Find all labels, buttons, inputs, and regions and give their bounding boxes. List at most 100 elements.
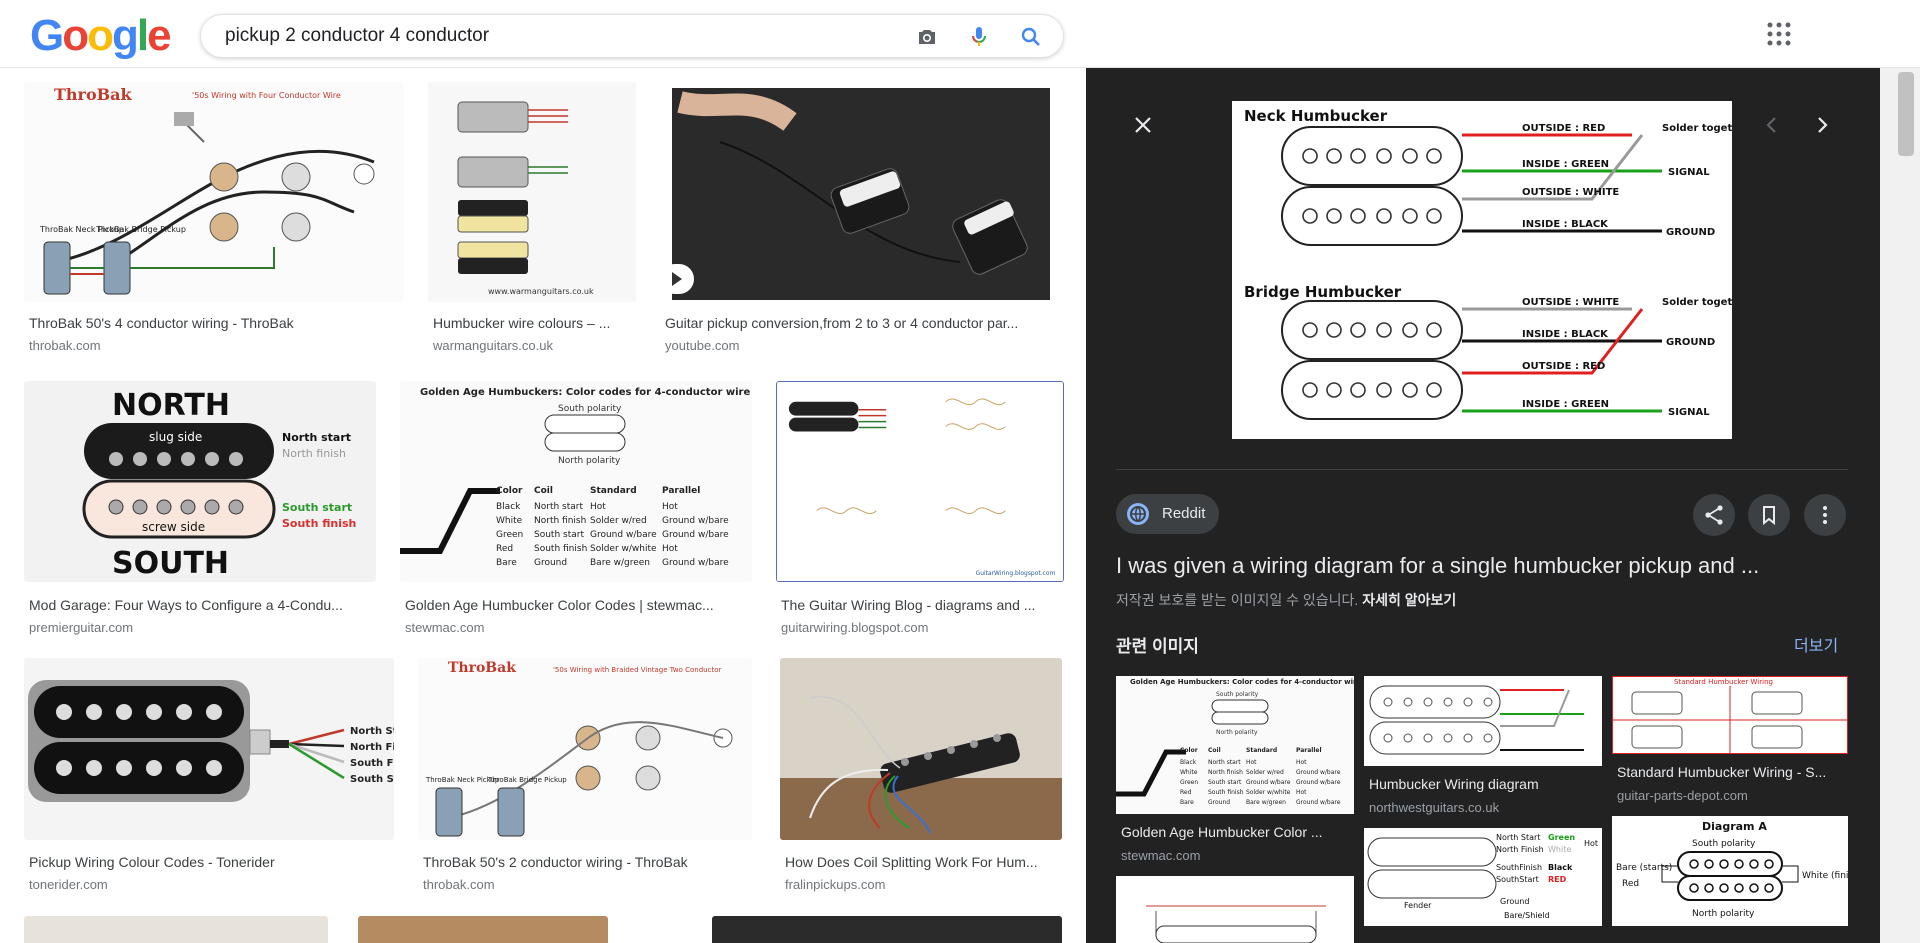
related-source[interactable]: guitar-parts-depot.com [1617, 788, 1748, 803]
result-thumbnail[interactable] [358, 916, 608, 943]
result-thumbnail[interactable]: GuitarWiring.blogspot.com [776, 381, 1064, 582]
related-source[interactable]: stewmac.com [1121, 848, 1200, 863]
related-image[interactable]: Golden Age Humbuckers: Color codes for 4… [1116, 676, 1354, 814]
result-card[interactable]: Guitar pickup conversion,from 2 to 3 or … [660, 82, 1062, 362]
result-card[interactable]: North Sta North Fin South Fin South Sta … [24, 658, 394, 918]
result-title[interactable]: Humbucker wire colours – ... [433, 315, 633, 331]
related-image[interactable]: Diagram A South polarity Bare (starts) R… [1612, 816, 1848, 926]
result-card[interactable]: ThroBak '50s Wiring with Braided Vintage… [418, 658, 752, 918]
south-label: SOUTH [112, 546, 229, 581]
result-source[interactable]: tonerider.com [29, 877, 108, 892]
result-source[interactable]: warmanguitars.co.uk [433, 338, 553, 353]
related-image[interactable] [1116, 876, 1354, 943]
golden-cell: North finish [534, 516, 586, 526]
save-button[interactable] [1748, 494, 1790, 536]
result-title[interactable]: Pickup Wiring Colour Codes - Tonerider [29, 854, 389, 870]
south-finish-label: South finish [282, 517, 356, 530]
result-thumbnail[interactable] [24, 916, 328, 943]
result-card[interactable]: www.warmanguitars.co.uk Humbucker wire c… [428, 82, 636, 362]
related-image[interactable] [1364, 676, 1602, 766]
share-icon [1705, 505, 1723, 525]
related-source[interactable]: northwestguitars.co.uk [1369, 800, 1499, 815]
result-thumbnail[interactable]: www.warmanguitars.co.uk [428, 82, 636, 302]
result-title[interactable]: How Does Coil Splitting Work For Hum... [785, 854, 1059, 870]
learn-more-link[interactable]: 자세히 알아보기 [1362, 592, 1456, 608]
result-title[interactable]: Mod Garage: Four Ways to Configure a 4-C… [29, 597, 371, 613]
share-button[interactable] [1693, 494, 1735, 536]
neck-wire-2: INSIDE : GREEN [1522, 159, 1609, 170]
related-image[interactable]: Standard Humbucker Wiring [1612, 676, 1848, 754]
result-thumbnail[interactable] [660, 82, 1062, 302]
result-card[interactable]: Golden Age Humbuckers: Color codes for 4… [400, 381, 752, 651]
golden-cell: Ground w/bare [590, 530, 657, 540]
diagram-a-label: Diagram A [1702, 820, 1767, 833]
apps-icon[interactable] [1765, 20, 1793, 48]
result-source[interactable]: stewmac.com [405, 620, 484, 635]
result-title[interactable]: ThroBak 50's 4 conductor wiring - ThroBa… [29, 315, 399, 331]
result-card[interactable] [358, 916, 608, 943]
camera-icon[interactable] [915, 25, 939, 49]
related-more-link[interactable]: 더보기 [1794, 632, 1838, 656]
result-thumbnail[interactable]: ThroBak '50s Wiring with Four Conductor … [24, 82, 404, 302]
result-thumbnail[interactable]: North Sta North Fin South Fin South Sta [24, 658, 394, 840]
golden-cell: Green [496, 530, 523, 540]
golden-cell: Hot [590, 502, 606, 512]
preview-title[interactable]: I was given a wiring diagram for a singl… [1116, 553, 1848, 579]
result-title[interactable]: Golden Age Humbucker Color Codes | stewm… [405, 597, 747, 613]
more-options-button[interactable] [1804, 494, 1846, 536]
result-source[interactable]: youtube.com [665, 338, 739, 353]
result-thumbnail[interactable]: NORTH slug side screw side SOUTH North s… [24, 381, 376, 582]
result-card[interactable] [712, 916, 1062, 943]
divider [1116, 469, 1848, 470]
source-chip[interactable]: Reddit [1116, 494, 1220, 534]
result-card[interactable]: NORTH slug side screw side SOUTH North s… [24, 381, 376, 651]
bridge-humbucker-label: Bridge Humbucker [1244, 283, 1402, 301]
preview-image[interactable]: Neck Humbucker OUTSIDE : RED INSIDE : GR… [1232, 101, 1732, 439]
google-logo[interactable]: Google [30, 14, 172, 58]
hw-ground: Ground [1500, 897, 1529, 906]
chevron-right-icon[interactable] [1807, 110, 1837, 140]
result-card[interactable]: How Does Coil Splitting Work For Hum... … [780, 658, 1062, 918]
search-icon[interactable] [1019, 25, 1043, 49]
golden-cell: Hot [1296, 789, 1307, 796]
bridge-pickup-label: ThroBak Bridge Pickup [487, 776, 567, 784]
result-card[interactable]: ThroBak '50s Wiring with Four Conductor … [24, 82, 404, 362]
ground-label: GROUND [1666, 337, 1715, 348]
golden-cell: Black [496, 502, 521, 512]
golden-cell: Hot [1246, 759, 1257, 766]
result-thumbnail[interactable] [712, 916, 1062, 943]
related-title[interactable]: Humbucker Wiring diagram [1369, 776, 1597, 792]
chevron-left-icon[interactable] [1757, 110, 1787, 140]
result-card[interactable]: GuitarWiring.blogspot.com The Guitar Wir… [776, 381, 1064, 651]
result-title[interactable]: ThroBak 50's 2 conductor wiring - ThroBa… [423, 854, 749, 870]
golden-cell: Ground w/bare [662, 558, 729, 568]
golden-cell: Black [1180, 759, 1197, 766]
result-thumbnail[interactable] [780, 658, 1062, 840]
related-image[interactable]: North Start Green Hot North Finish White… [1364, 828, 1602, 926]
golden-north-polarity: North polarity [558, 456, 621, 466]
result-thumbnail[interactable]: Golden Age Humbuckers: Color codes for 4… [400, 381, 752, 582]
golden-th-3: Parallel [1296, 747, 1322, 754]
result-source[interactable]: guitarwiring.blogspot.com [781, 620, 928, 635]
related-title[interactable]: Standard Humbucker Wiring - S... [1617, 764, 1843, 780]
result-source[interactable]: throbak.com [29, 338, 101, 353]
result-title[interactable]: The Guitar Wiring Blog - diagrams and ..… [781, 597, 1061, 613]
result-title[interactable]: Guitar pickup conversion,from 2 to 3 or … [665, 315, 1059, 331]
bridge-wire-1: OUTSIDE : WHITE [1522, 297, 1619, 308]
search-input[interactable] [225, 15, 865, 57]
golden-thumb-title: Golden Age Humbuckers: Color codes for 4… [420, 387, 750, 398]
scrollbar[interactable] [1880, 68, 1920, 943]
result-source[interactable]: fralinpickups.com [785, 877, 885, 892]
golden-thumb-title: Golden Age Humbuckers: Color codes for 4… [1130, 678, 1354, 686]
screw-side-label: screw side [142, 520, 205, 534]
golden-cell: Ground w/bare [1296, 799, 1341, 806]
scrollbar-thumb[interactable] [1898, 72, 1914, 156]
related-title[interactable]: Golden Age Humbucker Color ... [1121, 824, 1349, 840]
result-source[interactable]: throbak.com [423, 877, 495, 892]
close-icon[interactable] [1127, 109, 1159, 141]
result-card[interactable] [24, 916, 328, 943]
golden-cell: Ground [1208, 799, 1230, 806]
result-thumbnail[interactable]: ThroBak '50s Wiring with Braided Vintage… [418, 658, 752, 840]
microphone-icon[interactable] [967, 25, 991, 49]
result-source[interactable]: premierguitar.com [29, 620, 133, 635]
